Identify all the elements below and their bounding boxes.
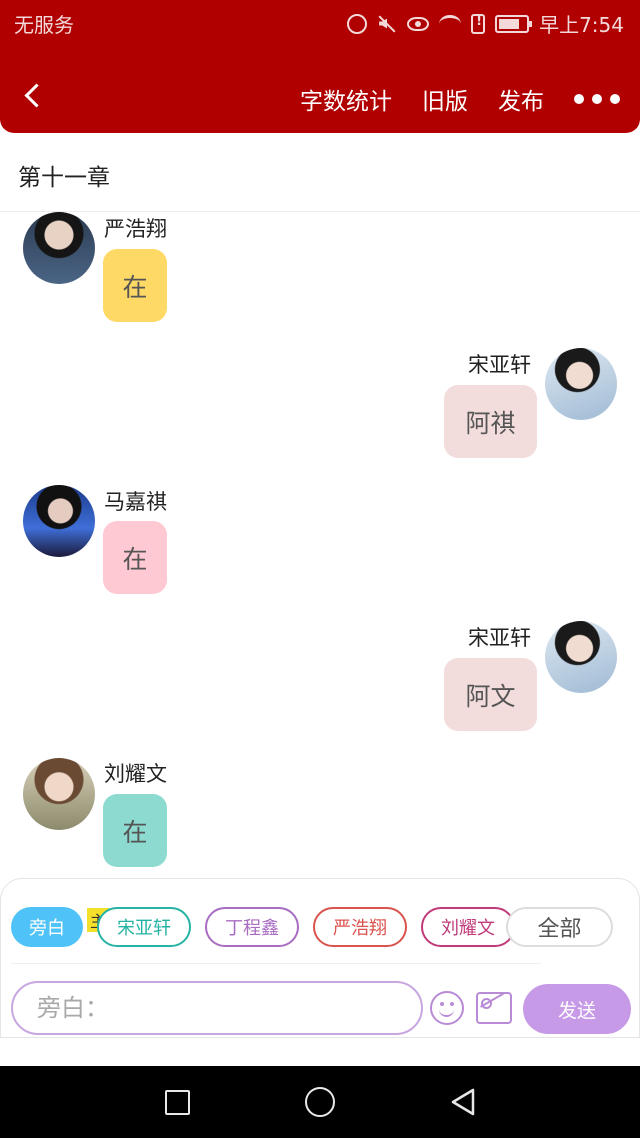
divider (11, 963, 541, 964)
role-chip[interactable]: 严浩翔 (313, 907, 407, 947)
send-button[interactable]: 发送 (523, 984, 631, 1034)
back-icon[interactable] (20, 78, 50, 114)
role-chip[interactable]: 丁程鑫 (205, 907, 299, 947)
message-bubble[interactable]: 在 (103, 794, 167, 867)
back-triangle-icon[interactable] (450, 1087, 476, 1117)
battery-icon (495, 14, 533, 33)
smiley-icon[interactable] (430, 991, 464, 1025)
message-input[interactable] (11, 981, 423, 1035)
system-nav-bar (0, 1066, 640, 1138)
avatar[interactable] (23, 212, 95, 284)
nav-actions: 字数统计 旧版 发布 (300, 82, 640, 116)
sender-name: 宋亚轩 (468, 353, 531, 377)
chapter-title[interactable]: 第十一章 (18, 158, 110, 192)
home-circle-icon[interactable] (305, 1087, 335, 1117)
app-header: 无服务 早上7:54 字数统计 旧版 发布 (0, 0, 640, 133)
wifi-icon (439, 14, 462, 33)
word-count-button[interactable]: 字数统计 (300, 82, 392, 116)
nav-bar: 字数统计 旧版 发布 (0, 60, 640, 133)
mute-icon (377, 14, 397, 34)
publish-button[interactable]: 发布 (498, 82, 544, 116)
avatar[interactable] (23, 758, 95, 830)
sim-alert-icon (471, 13, 486, 34)
avatar[interactable] (545, 621, 617, 693)
all-roles-button[interactable]: 全部 (506, 907, 613, 947)
message-bubble[interactable]: 在 (103, 249, 167, 322)
clock: 早上7:54 (539, 13, 624, 37)
composer-panel: 旁白 主 宋亚轩 丁程鑫 严浩翔 刘耀文 全部 发送 (0, 878, 640, 1038)
message-bubble[interactable]: 在 (103, 521, 167, 594)
status-icons: 早上7:54 (347, 9, 624, 38)
sender-name: 宋亚轩 (468, 626, 531, 650)
recents-square-icon[interactable] (165, 1090, 190, 1115)
avatar[interactable] (23, 485, 95, 557)
message-bubble[interactable]: 阿祺 (444, 385, 537, 458)
status-bar: 无服务 早上7:54 (0, 0, 640, 44)
role-chip[interactable]: 宋亚轩 (97, 907, 191, 947)
data-saver-icon (347, 13, 368, 34)
sender-name: 刘耀文 (104, 762, 167, 786)
more-icon[interactable] (574, 94, 620, 104)
sender-name: 严浩翔 (104, 217, 167, 241)
divider (0, 211, 640, 212)
image-icon[interactable] (476, 992, 512, 1024)
role-chip[interactable]: 刘耀文 (421, 907, 515, 947)
eye-comfort-icon (407, 16, 430, 31)
message-bubble[interactable]: 阿文 (444, 658, 537, 731)
role-chip-narration[interactable]: 旁白 (11, 907, 83, 947)
avatar[interactable] (545, 348, 617, 420)
sender-name: 马嘉祺 (104, 490, 167, 514)
carrier-label: 无服务 (14, 13, 74, 37)
old-version-button[interactable]: 旧版 (422, 82, 468, 116)
